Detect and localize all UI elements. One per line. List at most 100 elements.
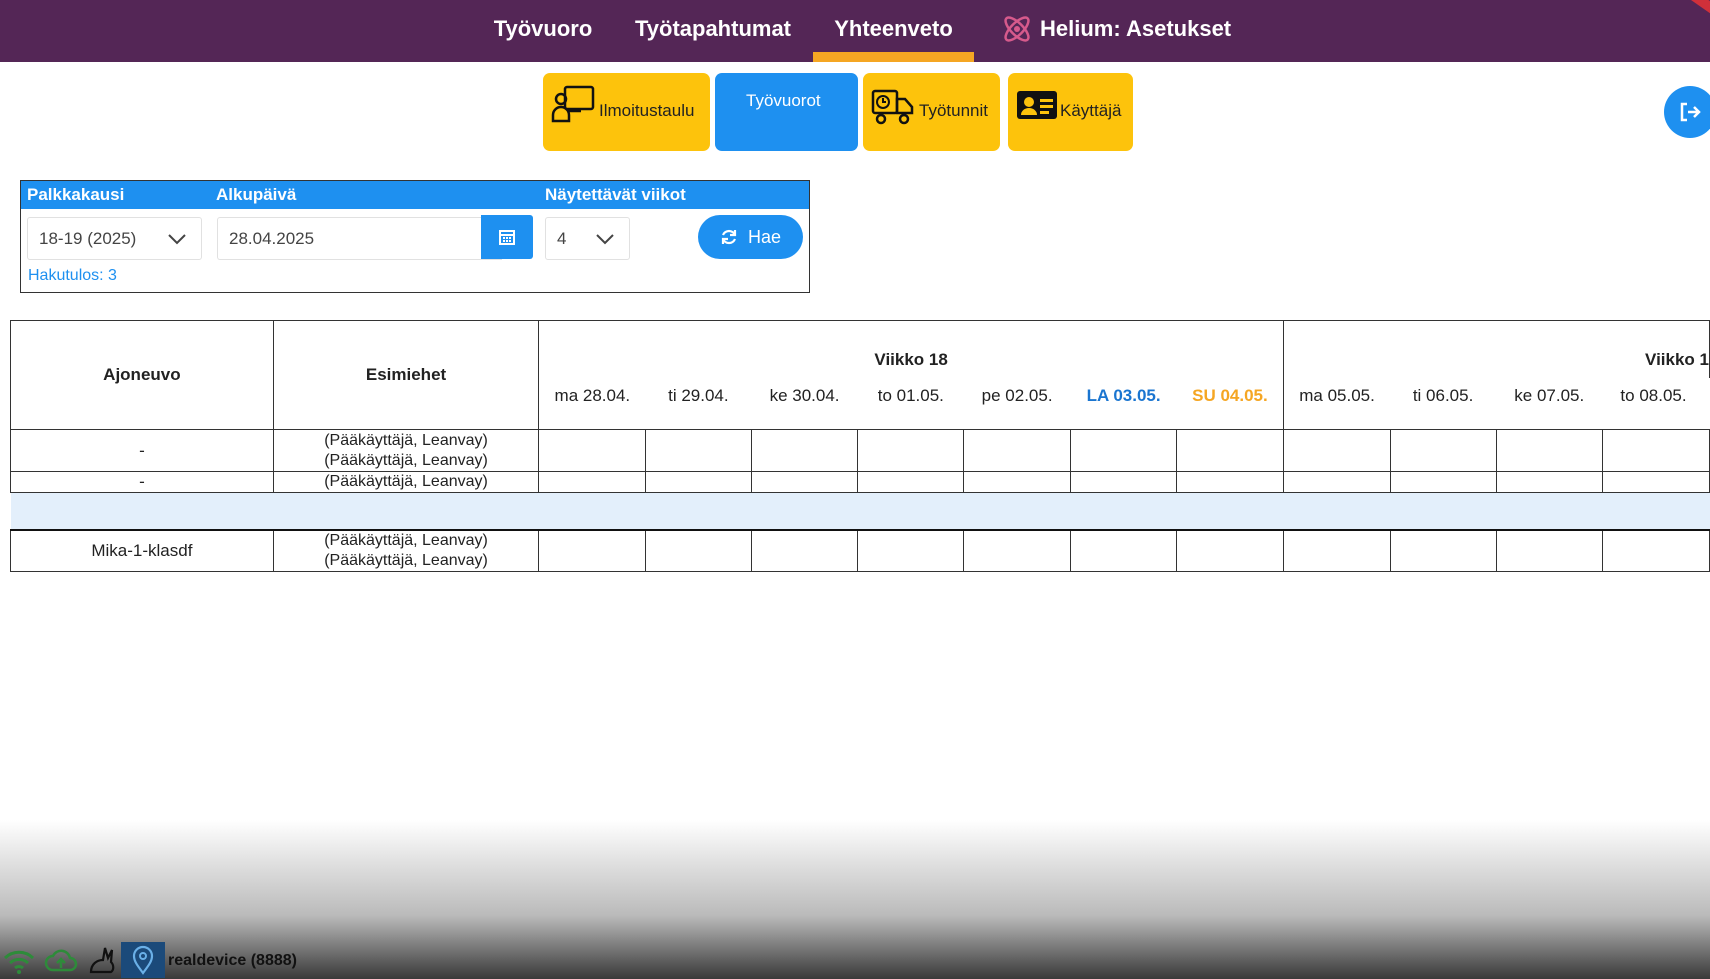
- delivery-truck-clock-icon: [871, 89, 914, 125]
- shift-cell[interactable]: [644, 471, 752, 493]
- cloud-upload-icon: [44, 949, 78, 972]
- tyotunnit-label: Työtunnit: [919, 101, 988, 120]
- table-row: - (Pääkäyttäjä, Leanvay): [10, 471, 1710, 493]
- shift-cell[interactable]: [1389, 429, 1497, 472]
- shift-cell[interactable]: [857, 471, 965, 493]
- device-name: realdevice (8888): [168, 952, 297, 969]
- viikot-value: 4: [557, 229, 567, 248]
- day-header: ke 30.04.: [751, 377, 858, 430]
- day-header: to 01.05.: [857, 377, 964, 430]
- group-separator-row: [10, 492, 1710, 530]
- shift-cell[interactable]: [1069, 528, 1178, 572]
- shift-cell[interactable]: [1176, 429, 1284, 472]
- vehicle-cell: -: [10, 429, 274, 472]
- status-bar: realdevice (8888): [0, 942, 600, 978]
- filter-header: Palkkakausi Alkupäivä Näytettävät viikot: [21, 181, 809, 209]
- search-filter-panel: Palkkakausi Alkupäivä Näytettävät viikot…: [20, 180, 810, 293]
- tyovuorot-button[interactable]: Työvuorot: [715, 73, 858, 151]
- shift-cell[interactable]: [750, 528, 859, 572]
- vehicle-cell: -: [10, 471, 274, 493]
- table-row: Mika-1-klasdf (Pääkäyttäjä, Leanvay) (Pää…: [10, 528, 1710, 572]
- logout-icon: [1680, 102, 1701, 122]
- location-pin-icon: [132, 945, 154, 975]
- shift-cell[interactable]: [750, 429, 859, 472]
- shift-cell[interactable]: [644, 528, 752, 572]
- shift-cell[interactable]: [1389, 528, 1497, 572]
- shift-cell[interactable]: [538, 471, 646, 493]
- shift-cell[interactable]: [1495, 471, 1603, 493]
- shift-cell[interactable]: [963, 429, 1071, 472]
- chevron-down-icon: [168, 234, 186, 245]
- tab-tyovuoro[interactable]: Työvuoro: [488, 0, 598, 62]
- day-header: to 08.05.: [1602, 377, 1710, 430]
- shift-cell[interactable]: [1389, 471, 1497, 493]
- day-header: ma 05.05.: [1283, 377, 1391, 430]
- manager-entry: (Pääkäyttäjä, Leanvay): [324, 551, 488, 569]
- shift-cell[interactable]: [1601, 528, 1710, 572]
- top-nav: Työvuoro Työtapahtumat Yhteenveto Helium…: [0, 0, 1710, 62]
- tab-tyotapahtumat[interactable]: Työtapahtumat: [628, 0, 798, 62]
- shift-cell[interactable]: [1601, 429, 1710, 472]
- shift-cell[interactable]: [644, 429, 752, 472]
- tab-helium-asetukset[interactable]: Helium: Asetukset: [1000, 0, 1236, 62]
- tab-yhteenveto-label: Yhteenveto: [834, 16, 953, 41]
- day-header: ti 06.05.: [1390, 377, 1497, 430]
- managers-cell: (Pääkäyttäjä, Leanvay): [272, 471, 540, 493]
- kayttaja-label: Käyttäjä: [1060, 101, 1122, 120]
- debug-ribbon: [1670, 0, 1710, 20]
- calendar-button[interactable]: [481, 215, 533, 259]
- shift-cell[interactable]: [1495, 528, 1603, 572]
- day-header: ma 28.04.: [538, 377, 646, 430]
- location-badge: [121, 942, 165, 978]
- shift-cell[interactable]: [963, 471, 1071, 493]
- shift-cell[interactable]: [963, 528, 1071, 572]
- hae-button[interactable]: Hae: [698, 215, 803, 259]
- ilmoitustaulu-button[interactable]: Ilmoitustaulu: [543, 73, 710, 151]
- shift-cell[interactable]: [538, 528, 646, 572]
- day-header: ke 07.05.: [1496, 377, 1603, 430]
- palkkakausi-label: Palkkakausi: [27, 185, 125, 204]
- kayttaja-button[interactable]: Käyttäjä: [1008, 73, 1133, 151]
- shift-cell[interactable]: [857, 429, 965, 472]
- tab-helium-label: Helium: Asetukset: [1040, 16, 1232, 41]
- search-result-count: Hakutulos: 3: [28, 267, 117, 284]
- shift-cell[interactable]: [1282, 528, 1391, 572]
- manager-entry: (Pääkäyttäjä, Leanvay): [324, 451, 488, 469]
- shift-cell[interactable]: [750, 471, 859, 493]
- group-separator: [10, 492, 1710, 530]
- refresh-icon: [721, 229, 737, 245]
- shift-cell[interactable]: [1069, 429, 1178, 472]
- managers-cell: (Pääkäyttäjä, Leanvay) (Pääkäyttäjä, Lean…: [272, 528, 540, 572]
- logout-button[interactable]: [1664, 86, 1710, 138]
- week-header-19: Viikko 1: [1282, 320, 1710, 378]
- palkkakausi-select[interactable]: 18-19 (2025): [27, 217, 202, 260]
- shift-cell[interactable]: [857, 528, 965, 572]
- chevron-down-icon: [596, 234, 614, 245]
- shift-cell[interactable]: [1176, 528, 1284, 572]
- calendar-icon: [499, 230, 515, 245]
- alkupaiva-label: Alkupäivä: [216, 185, 297, 204]
- table-row: - (Pääkäyttäjä, Leanvay) (Pääkäyttäjä, Le…: [10, 429, 1710, 472]
- notice-board-icon: [551, 85, 595, 123]
- tyovuorot-label: Työvuorot: [746, 91, 821, 110]
- shift-cell[interactable]: [1495, 429, 1603, 472]
- managers-cell: (Pääkäyttäjä, Leanvay) (Pääkäyttäjä, Lean…: [272, 429, 540, 472]
- shift-cell[interactable]: [1282, 429, 1391, 472]
- tyotunnit-button[interactable]: Työtunnit: [863, 73, 1000, 151]
- shift-cell[interactable]: [1176, 471, 1284, 493]
- atom-icon: [1004, 16, 1030, 42]
- viikot-label: Näytettävät viikot: [545, 185, 686, 204]
- shift-cell[interactable]: [538, 429, 646, 472]
- shift-cell[interactable]: [1601, 471, 1710, 493]
- viikot-select[interactable]: 4: [545, 217, 630, 260]
- day-header: pe 02.05.: [963, 377, 1071, 430]
- shift-cell[interactable]: [1069, 471, 1178, 493]
- alkupaiva-input[interactable]: [217, 217, 502, 260]
- manager-entry: (Pääkäyttäjä, Leanvay): [324, 431, 488, 449]
- week-header-18: Viikko 18: [538, 320, 1284, 378]
- app-root: Työvuoro Työtapahtumat Yhteenveto Helium…: [0, 0, 1710, 979]
- tab-yhteenveto[interactable]: Yhteenveto: [813, 0, 974, 62]
- day-header-saturday: LA 03.05.: [1070, 377, 1177, 430]
- shift-cell[interactable]: [1282, 471, 1391, 493]
- header-ajoneuvo: Ajoneuvo: [10, 320, 274, 430]
